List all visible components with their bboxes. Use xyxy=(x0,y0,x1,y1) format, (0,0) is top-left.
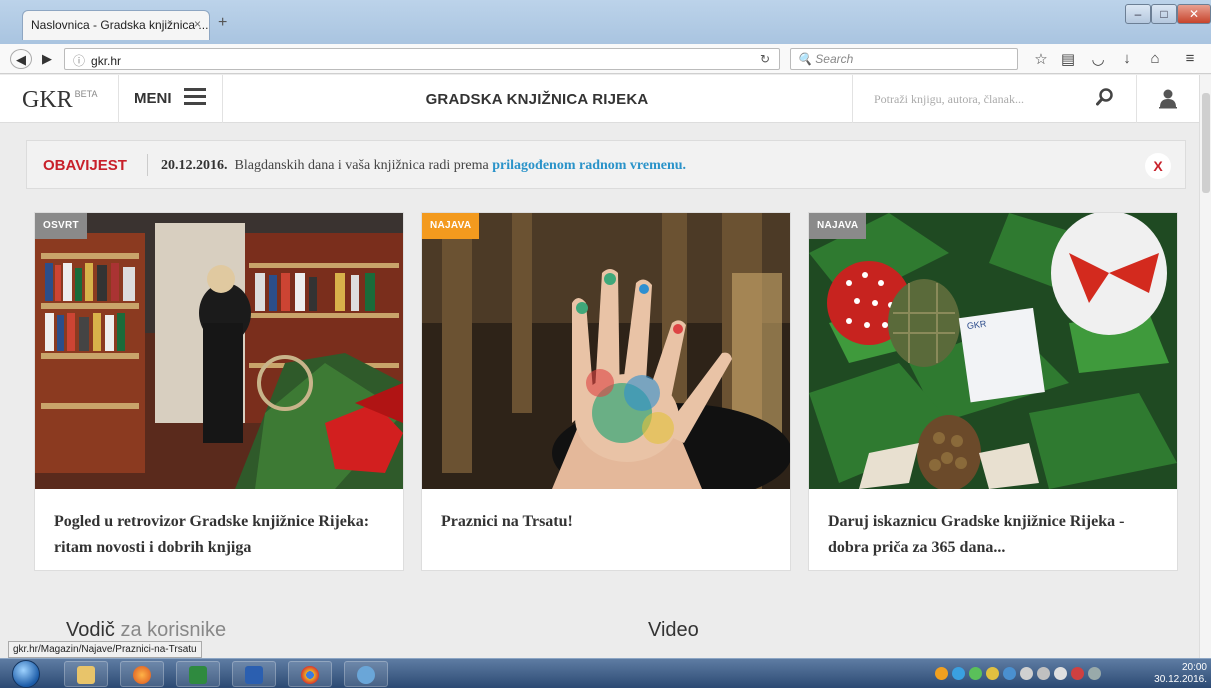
beta-badge: BETA xyxy=(74,89,98,99)
bookmark-star-icon[interactable]: ☆ xyxy=(1031,50,1051,68)
article-card[interactable]: GKR NAJAVA Daruj iskaznicu Gradske knjiž… xyxy=(808,212,1178,571)
guide-bold: Vodič xyxy=(66,619,115,641)
notice-banner: OBAVIJEST 20.12.2016. Blagdanskih dana i… xyxy=(26,140,1186,189)
article-image-christmas-tree[interactable]: GKR NAJAVA xyxy=(809,213,1177,489)
volume-icon[interactable] xyxy=(1054,667,1067,680)
search-placeholder: Search xyxy=(815,52,854,66)
excel-taskbar-button[interactable] xyxy=(176,661,220,687)
tab-close-button[interactable]: × xyxy=(194,17,201,31)
site-header: GKR BETA MENI GRADSKA KNJIŽNICA RIJEKA Po… xyxy=(0,75,1199,123)
site-search-input[interactable]: Potraži knjigu, autora, članak... xyxy=(874,92,1024,107)
bookmarks-menu-icon[interactable]: ▤ xyxy=(1058,50,1078,68)
site-title[interactable]: GRADSKA KNJIŽNICA RIJEKA xyxy=(222,91,852,108)
status-url-tooltip: gkr.hr/Magazin/Najave/Praznici-na-Trsatu xyxy=(8,641,202,658)
logo-text: GKR xyxy=(22,87,73,113)
browser-navbar: ◀ ▶ ⓘ gkr.hr ↻ 🔍 Search ☆ ▤ ◡ ↓ ⌂ ≡ xyxy=(0,44,1211,74)
video-section-heading[interactable]: Video xyxy=(648,619,699,642)
card-tag: NAJAVA xyxy=(809,213,867,239)
tray-icon[interactable] xyxy=(935,667,948,680)
clock-date: 30.12.2016. xyxy=(1154,674,1207,685)
notice-date: 20.12.2016. xyxy=(161,158,228,173)
tab-title: Naslovnica - Gradska knjižnica ... xyxy=(31,18,209,32)
pocket-icon[interactable]: ◡ xyxy=(1088,50,1108,68)
site-logo[interactable]: GKR BETA xyxy=(22,87,98,114)
guide-light: za korisnike xyxy=(114,619,227,641)
menu-hamburger-icon[interactable] xyxy=(184,88,206,106)
app-taskbar-button[interactable] xyxy=(344,661,388,687)
card-title[interactable]: Pogled u retrovizor Gradske knjižnice Ri… xyxy=(54,509,390,561)
article-card[interactable]: OSVRT Pogled u retrovizor Gradske knjižn… xyxy=(34,212,404,571)
tray-icon[interactable] xyxy=(1020,667,1033,680)
info-icon[interactable]: ⓘ xyxy=(73,54,85,68)
word-taskbar-button[interactable] xyxy=(232,661,276,687)
article-card[interactable]: NAJAVA Praznici na Trsatu! xyxy=(421,212,791,571)
divider xyxy=(147,154,148,176)
tray-icon[interactable] xyxy=(986,667,999,680)
tray-icon[interactable] xyxy=(969,667,982,680)
notice-text: 20.12.2016. Blagdanskih dana i vaša knji… xyxy=(161,158,686,174)
firefox-taskbar-button[interactable] xyxy=(120,661,164,687)
taskbar-clock[interactable]: 20:00 30.12.2016. xyxy=(1149,662,1207,686)
home-icon[interactable]: ⌂ xyxy=(1145,50,1165,67)
page-scrollbar[interactable] xyxy=(1199,75,1211,658)
url-bar[interactable]: ⓘ gkr.hr xyxy=(64,48,780,70)
clock-time: 20:00 xyxy=(1181,662,1207,673)
tray-icon[interactable] xyxy=(1088,667,1101,680)
tray-icon[interactable] xyxy=(952,667,965,680)
back-button[interactable]: ◀ xyxy=(10,49,32,69)
url-text: gkr.hr xyxy=(91,54,122,68)
explorer-taskbar-button[interactable] xyxy=(64,661,108,687)
guide-section-heading[interactable]: Vodič za korisnike xyxy=(66,619,226,642)
tray-icon[interactable] xyxy=(1003,667,1016,680)
scrollbar-thumb[interactable] xyxy=(1202,93,1210,193)
card-title[interactable]: Daruj iskaznicu Gradske knjižnice Rijeka… xyxy=(828,509,1164,561)
notice-link[interactable]: prilagođenom radnom vremenu. xyxy=(492,158,686,173)
forward-button[interactable]: ▶ xyxy=(36,49,58,69)
card-tag: NAJAVA xyxy=(422,213,480,239)
menu-label[interactable]: MENI xyxy=(134,90,172,107)
article-image-library[interactable]: OSVRT xyxy=(35,213,403,489)
notice-message: Blagdanskih dana i vaša knjižnica radi p… xyxy=(234,158,489,173)
card-tag: OSVRT xyxy=(35,213,87,239)
reload-icon[interactable]: ↻ xyxy=(760,52,770,66)
close-window-button[interactable]: ✕ xyxy=(1177,4,1211,24)
start-button[interactable] xyxy=(12,660,40,688)
browser-tab[interactable]: Naslovnica - Gradska knjižnica ... × xyxy=(22,10,210,40)
network-icon[interactable] xyxy=(1037,667,1050,680)
minimize-button[interactable]: – xyxy=(1125,4,1151,24)
new-tab-button[interactable]: + xyxy=(218,14,227,32)
maximize-button[interactable]: □ xyxy=(1151,4,1177,24)
divider xyxy=(852,75,853,123)
browser-titlebar: Naslovnica - Gradska knjižnica ... × + –… xyxy=(0,0,1211,44)
search-icon[interactable] xyxy=(1096,88,1114,106)
notice-label: OBAVIJEST xyxy=(43,157,127,174)
downloads-icon[interactable]: ↓ xyxy=(1117,50,1137,67)
windows-taskbar: 20:00 30.12.2016. xyxy=(0,658,1211,688)
chrome-taskbar-button[interactable] xyxy=(288,661,332,687)
divider xyxy=(118,75,119,123)
notice-close-button[interactable]: X xyxy=(1145,153,1171,179)
browser-search-input[interactable]: 🔍 Search xyxy=(790,48,1018,70)
card-title[interactable]: Praznici na Trsatu! xyxy=(441,509,777,535)
article-image-painted-hand[interactable]: NAJAVA xyxy=(422,213,790,489)
system-tray xyxy=(935,667,1105,681)
user-icon[interactable] xyxy=(1157,87,1179,109)
hamburger-menu-icon[interactable]: ≡ xyxy=(1180,50,1200,67)
action-center-icon[interactable] xyxy=(1071,667,1084,680)
divider xyxy=(1136,75,1137,123)
